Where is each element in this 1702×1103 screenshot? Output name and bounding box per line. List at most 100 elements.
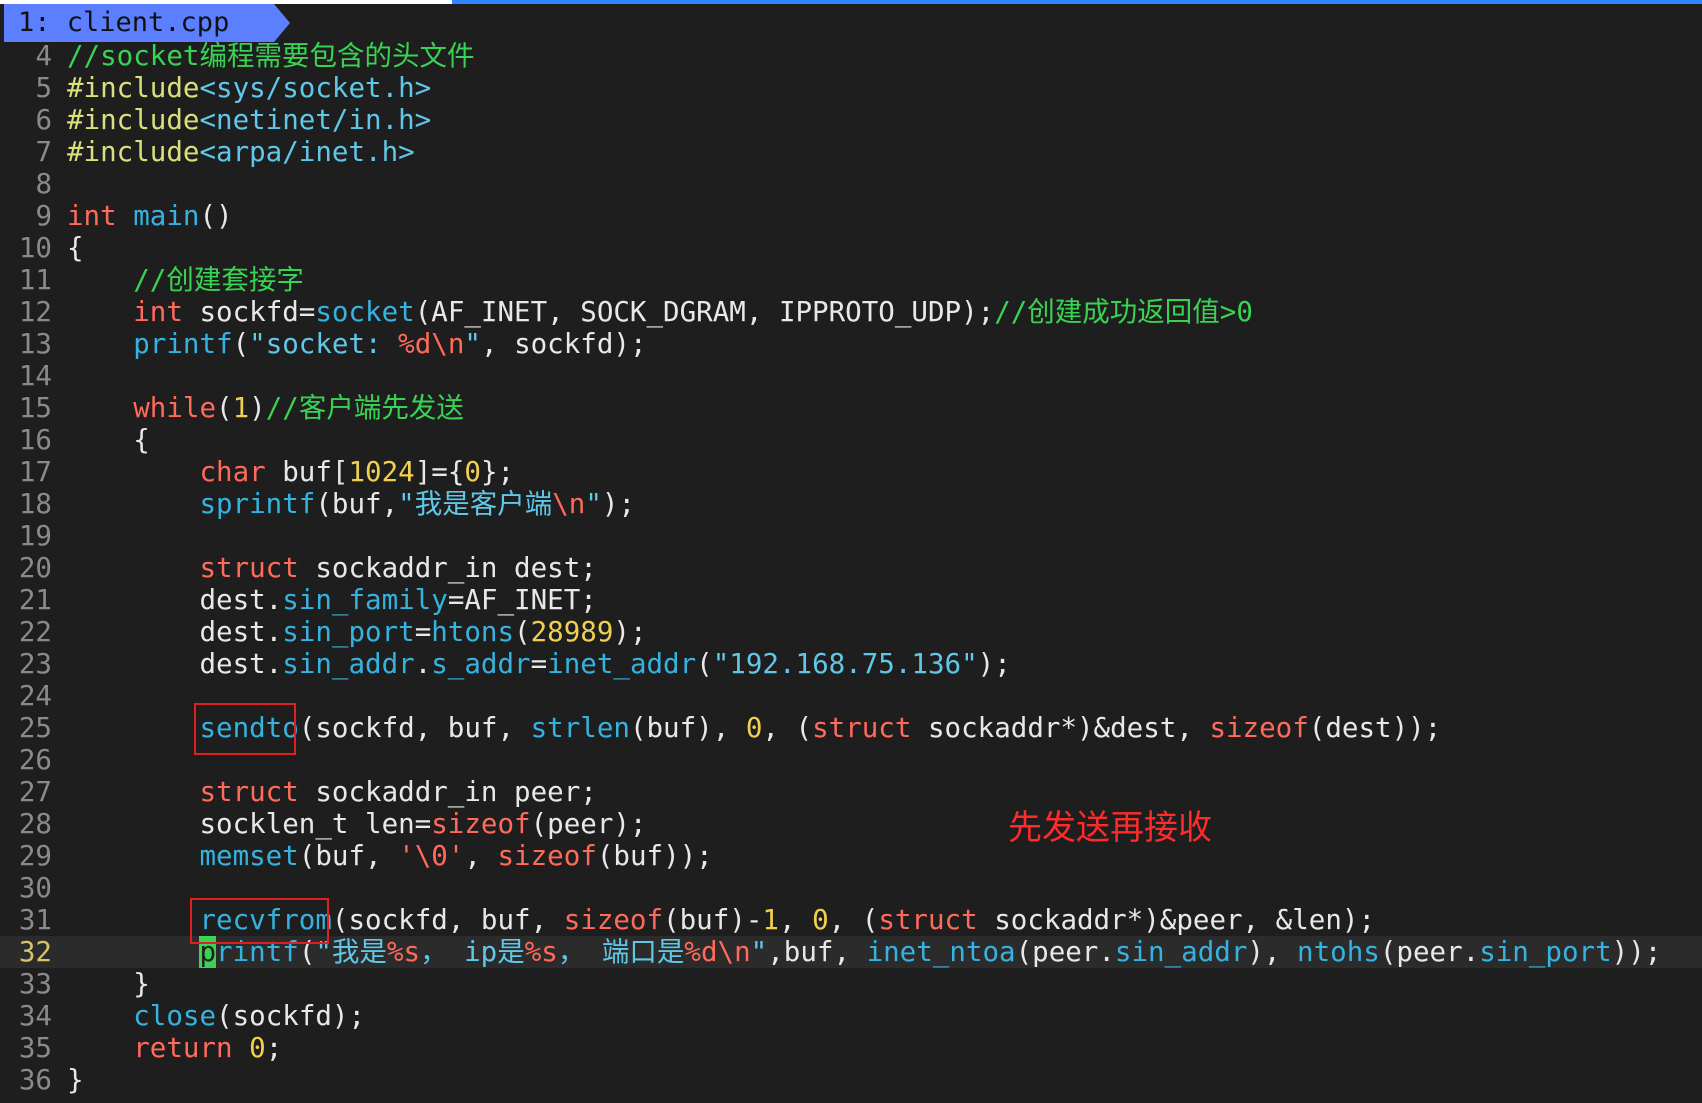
code-line[interactable]: 23 dest.sin_addr.s_addr=inet_addr("192.1… <box>0 648 1702 680</box>
recvfrom-highlight-box <box>190 898 329 944</box>
code-line[interactable]: 5 #include<sys/socket.h> <box>0 72 1702 104</box>
code-line[interactable]: 20 struct sockaddr_in dest; <box>0 552 1702 584</box>
code-token: }; <box>480 456 515 488</box>
code-token: { <box>67 424 150 456</box>
code-line[interactable]: 33 } <box>0 968 1702 1000</box>
code-token: s_addr <box>431 648 531 680</box>
code-token: (dest)); <box>1308 712 1442 744</box>
code-token: socklen_t len= <box>67 808 432 840</box>
line-number: 8 <box>35 168 52 200</box>
code-token: . <box>414 648 432 680</box>
code-token: sockaddr*)&dest, <box>911 712 1210 744</box>
code-token: ， ip是 <box>420 936 525 968</box>
code-token: ， 端口是 <box>557 936 685 968</box>
code-line[interactable]: 9 int main() <box>0 200 1702 232</box>
code-token: (buf)); <box>596 840 713 872</box>
code-token: ); <box>977 648 1011 680</box>
sendto-highlight-box <box>194 703 296 755</box>
code-token: () <box>199 200 233 232</box>
code-token: = <box>414 616 432 648</box>
code-token: //socket编程需要包含的头文件 <box>67 40 475 72</box>
code-token: ), <box>1247 936 1298 968</box>
line-number: 23 <box>18 648 52 680</box>
code-token: sin_port <box>282 616 415 648</box>
code-token: main <box>133 200 200 232</box>
line-number: 5 <box>35 72 52 104</box>
code-line[interactable]: 36} <box>0 1064 1702 1096</box>
line-number: 7 <box>35 136 52 168</box>
line-text: close(sockfd); <box>67 1000 365 1032</box>
code-editor[interactable]: 1: client.cpp 4 //socket编程需要包含的头文件 5 #inclu… <box>0 0 1702 1103</box>
code-token: '\0' <box>398 840 465 872</box>
line-text: return 0; <box>67 1032 282 1064</box>
line-number: 9 <box>35 200 52 232</box>
line-number: 17 <box>18 456 52 488</box>
line-number: 34 <box>18 1000 52 1032</box>
line-text: //创建套接字 <box>67 264 304 296</box>
line-text: dest.sin_addr.s_addr=inet_addr("192.168.… <box>67 648 1011 680</box>
code-line[interactable]: 17 char buf[1024]={0}; <box>0 456 1702 488</box>
code-token: socket <box>315 296 415 328</box>
code-token: while <box>133 392 217 424</box>
code-token: ; <box>265 1032 283 1064</box>
line-text: memset(buf, '\0', sizeof(buf)); <box>67 840 713 872</box>
code-token: \n <box>552 488 586 520</box>
code-line[interactable]: 16 { <box>0 424 1702 456</box>
code-line[interactable]: 12 int sockfd=socket(AF_INET, SOCK_DGRAM… <box>0 296 1702 328</box>
tab-client-cpp[interactable]: 1: client.cpp <box>4 4 290 42</box>
code-line[interactable]: 15 while(1)//客户端先发送 <box>0 392 1702 424</box>
code-token: <netinet/in.h> <box>199 104 432 136</box>
code-line[interactable]: 35 return 0; <box>0 1032 1702 1064</box>
code-line[interactable]: 10 { <box>0 232 1702 264</box>
code-line[interactable]: 29 memset(buf, '\0', sizeof(buf)); <box>0 840 1702 872</box>
code-line[interactable]: 27 struct sockaddr_in peer; <box>0 776 1702 808</box>
line-text: //socket编程需要包含的头文件 <box>67 40 474 72</box>
code-token: %s <box>524 936 558 968</box>
code-token: 0 <box>812 904 829 936</box>
code-line[interactable]: 19 <box>0 520 1702 552</box>
code-token: //创建套接字 <box>133 264 304 296</box>
line-number: 20 <box>18 552 52 584</box>
line-number: 22 <box>18 616 52 648</box>
code-token: sin_family <box>282 584 448 616</box>
code-token: " <box>750 936 768 968</box>
code-line[interactable]: 7 #include<arpa/inet.h> <box>0 136 1702 168</box>
code-line[interactable]: 14 <box>0 360 1702 392</box>
code-token: (peer. <box>1015 936 1115 968</box>
annotation-text: 先发送再接收 <box>1008 808 1212 848</box>
code-token: int <box>133 296 183 328</box>
code-token: (AF_INET, SOCK_DGRAM, IPPROTO_UDP); <box>414 296 995 328</box>
code-token: , ( <box>828 904 879 936</box>
code-line[interactable]: 21 dest.sin_family=AF_INET; <box>0 584 1702 616</box>
code-line[interactable]: 6 #include<netinet/in.h> <box>0 104 1702 136</box>
line-number: 30 <box>18 872 52 904</box>
line-number: 12 <box>18 296 52 328</box>
code-line[interactable]: 11 //创建套接字 <box>0 264 1702 296</box>
code-token: ]={ <box>414 456 465 488</box>
code-line[interactable]: 18 sprintf(buf,"我是客户端\n"); <box>0 488 1702 520</box>
code-line[interactable]: 13 printf("socket: %d\n", sockfd); <box>0 328 1702 360</box>
code-token: <arpa/inet.h> <box>199 136 415 168</box>
code-token: ,buf, <box>767 936 867 968</box>
code-token: (peer. <box>1379 936 1480 968</box>
line-number: 19 <box>18 520 52 552</box>
line-number: 24 <box>18 680 52 712</box>
code-token: ntohs <box>1297 936 1380 968</box>
code-token: sizeof <box>497 840 597 872</box>
line-number: 35 <box>18 1032 52 1064</box>
code-line[interactable]: 28 socklen_t len=sizeof(peer); <box>0 808 1702 840</box>
code-token: ( <box>696 648 713 680</box>
code-line[interactable]: 22 dest.sin_port=htons(28989); <box>0 616 1702 648</box>
code-token: "192.168.75.136" <box>712 648 978 680</box>
line-text: } <box>67 968 150 1000</box>
code-token: 0 <box>745 712 763 744</box>
code-line[interactable]: 34 close(sockfd); <box>0 1000 1702 1032</box>
code-line[interactable]: 8 <box>0 168 1702 200</box>
code-line[interactable]: 4 //socket编程需要包含的头文件 <box>0 40 1702 72</box>
code-token: 1024 <box>348 456 415 488</box>
